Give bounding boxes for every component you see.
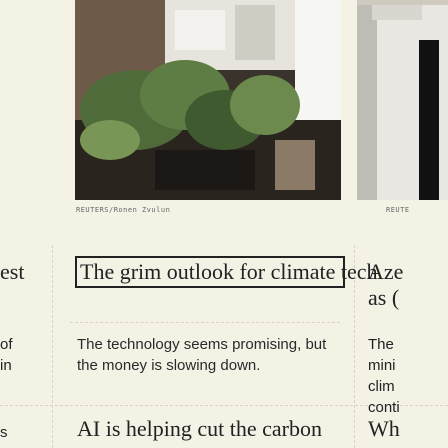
left-text-line: in bbox=[0, 357, 12, 374]
right-sub-line: conti bbox=[368, 399, 400, 416]
row-divider bbox=[70, 322, 340, 323]
column-divider bbox=[52, 245, 53, 448]
left-text-line: of bbox=[0, 336, 13, 353]
article-headline[interactable]: The grim outlook for climate tech bbox=[80, 259, 378, 285]
right-headline-line[interactable]: as ( bbox=[368, 285, 399, 311]
left-text-line: s bbox=[0, 424, 8, 441]
next-article-headline[interactable]: AI is helping cut the carbon bbox=[77, 416, 322, 442]
right-headline-line[interactable]: Aze bbox=[368, 259, 403, 285]
article-photo-right[interactable] bbox=[357, 0, 448, 200]
plants-photo bbox=[75, 0, 341, 200]
article-photo[interactable] bbox=[75, 0, 341, 200]
next-article-headline-right[interactable]: Wh bbox=[368, 416, 400, 442]
article-subhead: The technology seems promising, but the … bbox=[77, 336, 327, 374]
right-sub-line: The bbox=[368, 336, 394, 353]
right-photo bbox=[357, 0, 448, 200]
image-credit: REUTERS/Ronen Zvulun bbox=[76, 206, 171, 214]
right-sub-line: mini bbox=[368, 357, 396, 374]
right-sub-line: clim bbox=[368, 378, 395, 395]
image-credit-right: REUTE bbox=[386, 206, 410, 214]
left-headline-fragment[interactable]: est bbox=[0, 259, 24, 285]
